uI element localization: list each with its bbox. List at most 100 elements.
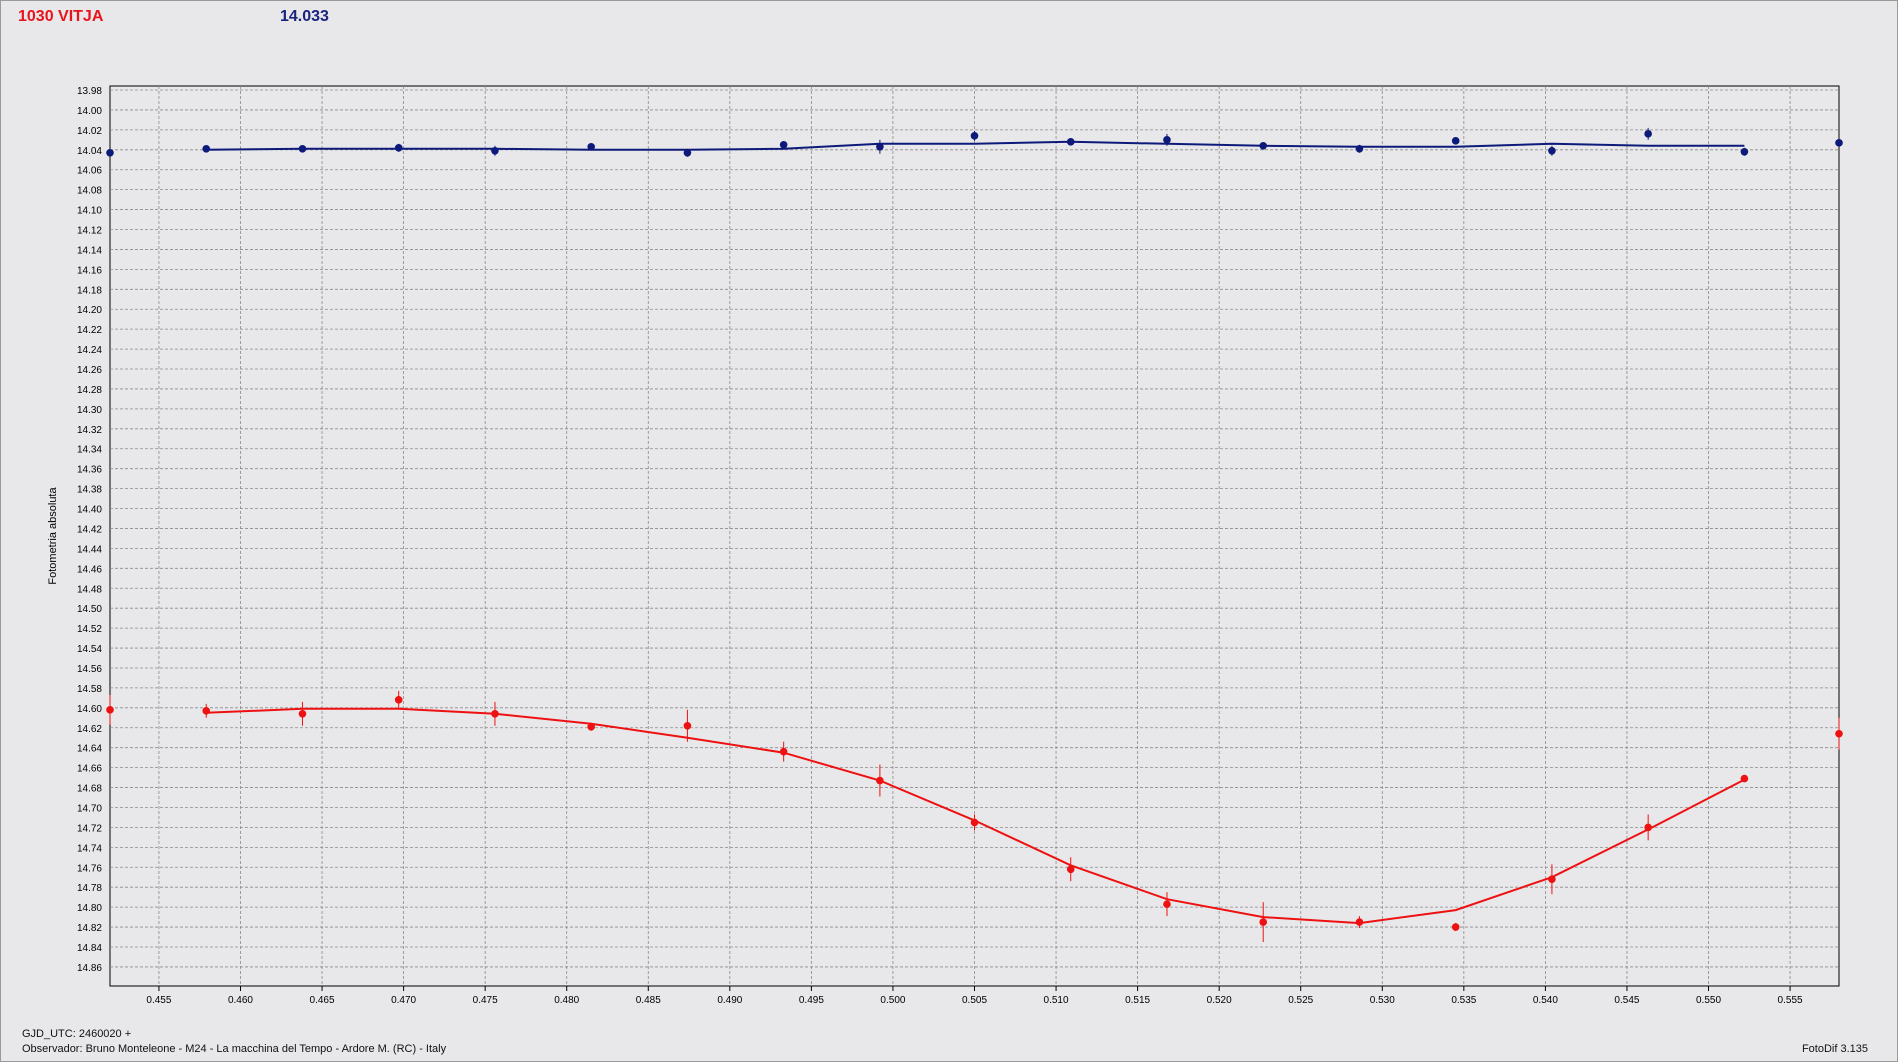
- x-tick-label: 0.515: [1125, 995, 1150, 1006]
- y-tick-label: 14.02: [77, 126, 102, 137]
- y-tick-label: 14.60: [77, 704, 102, 715]
- data-point: [202, 707, 211, 715]
- y-tick-label: 14.32: [77, 425, 102, 436]
- data-point: [683, 148, 692, 157]
- x-tick-label: 0.455: [146, 995, 171, 1006]
- software-version: FotoDif 3.135: [1801, 1043, 1868, 1055]
- y-tick-label: 14.16: [77, 265, 102, 276]
- y-tick-label: 14.72: [77, 823, 102, 834]
- y-tick-label: 14.52: [77, 624, 102, 635]
- y-axis-label: Fotometria absoluta: [47, 487, 59, 585]
- data-point: [1259, 918, 1268, 926]
- data-point: [1644, 130, 1652, 138]
- data-point: [1644, 823, 1652, 832]
- data-point: [1066, 865, 1075, 874]
- data-point: [106, 706, 114, 714]
- y-tick-label: 14.78: [77, 883, 102, 894]
- y-tick-label: 14.10: [77, 206, 102, 217]
- y-tick-label: 14.30: [77, 405, 102, 416]
- data-point: [1355, 918, 1364, 926]
- data-point: [876, 776, 884, 785]
- data-point: [1355, 144, 1364, 153]
- data-point: [970, 132, 979, 140]
- y-tick-label: 14.58: [77, 684, 102, 695]
- data-point: [1835, 729, 1843, 738]
- data-point: [1740, 774, 1749, 783]
- y-tick-label: 14.50: [77, 604, 102, 615]
- y-tick-label: 14.46: [77, 564, 102, 575]
- x-tick-label: 0.490: [717, 995, 742, 1006]
- y-tick-label: 14.14: [77, 245, 102, 256]
- y-tick-label: 14.86: [77, 963, 102, 974]
- y-tick-label: 14.44: [77, 544, 102, 555]
- x-tick-label: 0.550: [1696, 995, 1721, 1006]
- data-point: [1548, 146, 1556, 155]
- y-tick-label: 13.98: [77, 86, 102, 97]
- data-point: [1835, 139, 1843, 147]
- data-point: [202, 144, 211, 153]
- x-tick-label: 0.555: [1778, 995, 1803, 1006]
- y-tick-label: 14.06: [77, 166, 102, 177]
- y-tick-label: 14.70: [77, 803, 102, 814]
- y-axis-ticks: 13.98 14.00 14.02 14.04 14.06 14.08 14.10 14.12…: [77, 86, 102, 974]
- y-tick-label: 14.76: [77, 863, 102, 874]
- y-tick-label: 14.00: [77, 106, 102, 117]
- y-tick-label: 14.20: [77, 305, 102, 316]
- x-tick-label: 0.485: [636, 995, 661, 1006]
- data-point: [1066, 138, 1075, 146]
- x-axis-ticks: 0.455 0.460 0.465 0.470 0.475 0.480 0.485 0.490…: [146, 986, 1803, 1006]
- gjd-label: GJD_UTC: 2460020 +: [22, 1028, 132, 1040]
- y-tick-label: 14.22: [77, 325, 102, 336]
- x-tick-label: 0.480: [554, 995, 579, 1006]
- data-point: [1163, 136, 1171, 144]
- data-point: [876, 143, 884, 151]
- y-tick-label: 14.24: [77, 345, 102, 356]
- light-curve-chart: 13.98 14.00 14.02 14.04 14.06 14.08 14.10 14.12…: [47, 85, 1843, 1006]
- y-tick-label: 14.40: [77, 505, 102, 516]
- x-tick-label: 0.495: [799, 995, 824, 1006]
- data-point: [1163, 900, 1171, 908]
- y-tick-label: 14.62: [77, 724, 102, 735]
- y-tick-label: 14.54: [77, 644, 102, 655]
- y-tick-label: 14.42: [77, 524, 102, 535]
- data-point: [298, 144, 307, 153]
- x-tick-label: 0.470: [391, 995, 416, 1006]
- y-tick-label: 14.68: [77, 784, 102, 795]
- x-tick-label: 0.500: [880, 995, 905, 1006]
- data-point: [491, 146, 499, 155]
- x-tick-label: 0.510: [1044, 995, 1069, 1006]
- y-tick-label: 14.04: [77, 146, 102, 157]
- y-tick-label: 14.26: [77, 365, 102, 376]
- y-tick-label: 14.56: [77, 664, 102, 675]
- y-tick-label: 14.84: [77, 943, 102, 954]
- y-tick-label: 14.28: [77, 385, 102, 396]
- data-point: [779, 747, 788, 756]
- x-tick-label: 0.465: [310, 995, 335, 1006]
- y-tick-label: 14.08: [77, 186, 102, 197]
- data-point: [1548, 875, 1556, 884]
- y-tick-label: 14.66: [77, 764, 102, 775]
- x-tick-label: 0.460: [228, 995, 253, 1006]
- y-tick-label: 14.18: [77, 285, 102, 296]
- y-tick-label: 14.82: [77, 923, 102, 934]
- x-tick-label: 0.530: [1370, 995, 1395, 1006]
- y-tick-label: 14.48: [77, 584, 102, 595]
- data-point: [779, 141, 788, 149]
- data-point: [683, 721, 692, 730]
- y-tick-label: 14.74: [77, 843, 102, 854]
- data-point: [394, 696, 403, 704]
- data-point: [1451, 923, 1460, 931]
- y-tick-label: 14.34: [77, 445, 102, 456]
- data-point: [106, 148, 114, 157]
- data-point: [1259, 142, 1268, 150]
- x-tick-label: 0.540: [1533, 995, 1558, 1006]
- x-tick-label: 0.505: [962, 995, 987, 1006]
- y-tick-label: 14.38: [77, 485, 102, 496]
- data-point: [1740, 147, 1749, 156]
- x-tick-label: 0.545: [1614, 995, 1639, 1006]
- data-point: [587, 722, 595, 731]
- y-tick-label: 14.12: [77, 226, 102, 237]
- x-tick-label: 0.520: [1207, 995, 1232, 1006]
- y-tick-label: 14.64: [77, 744, 102, 755]
- data-point: [970, 818, 979, 827]
